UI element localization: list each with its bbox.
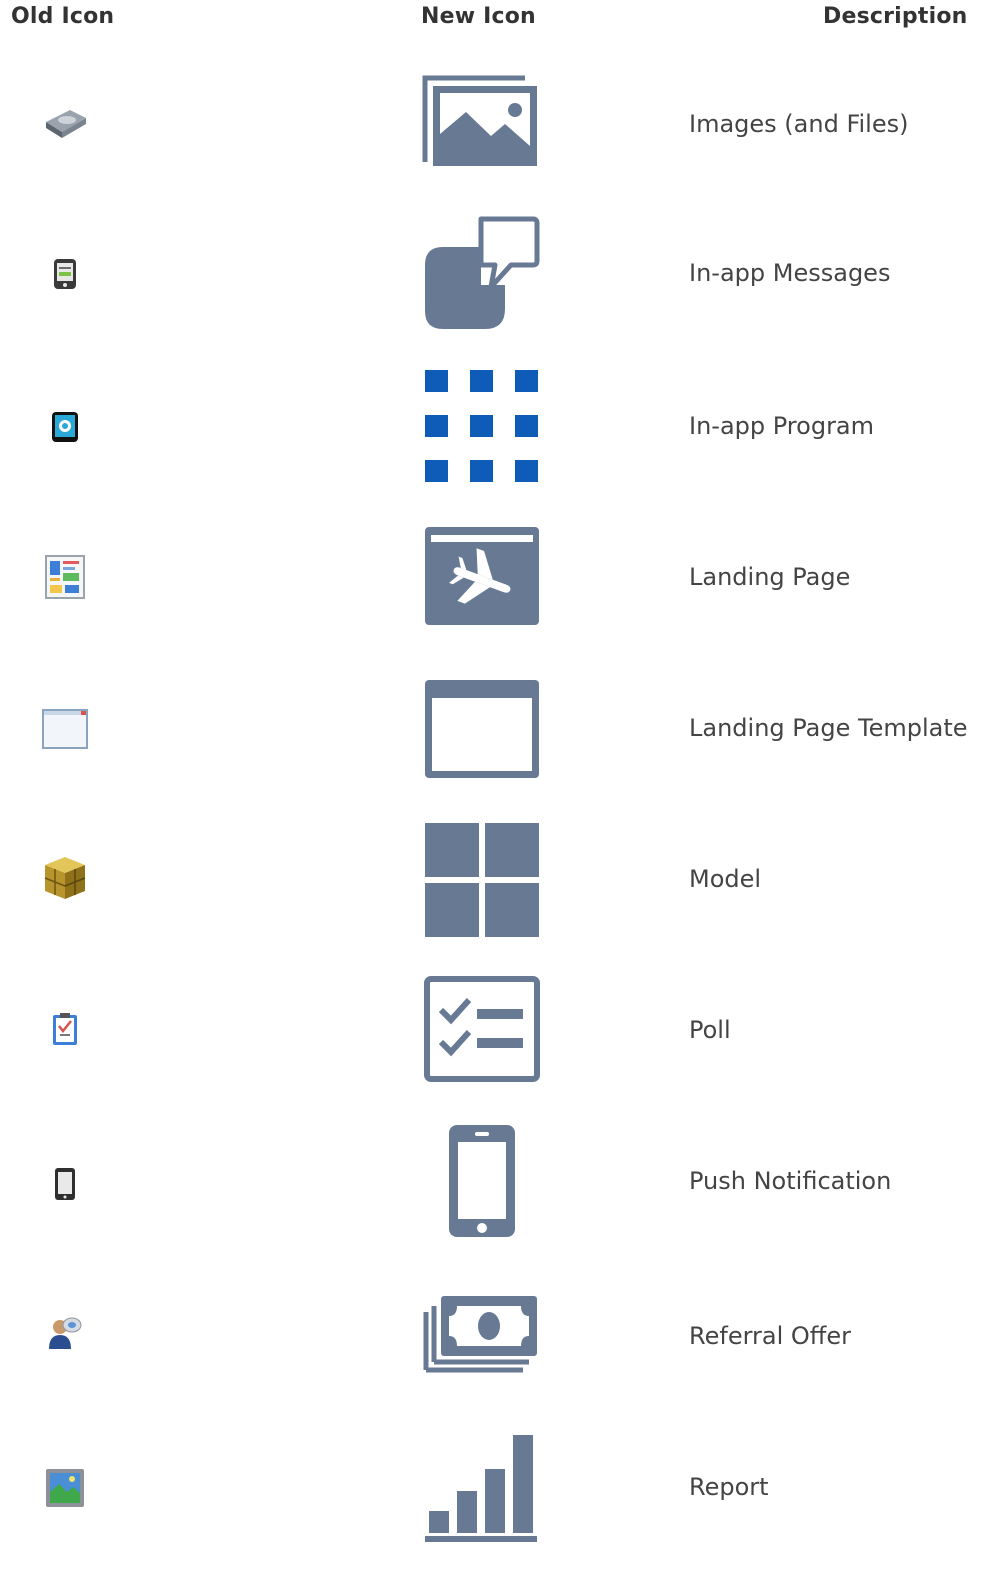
four-squares-icon <box>421 823 541 943</box>
table-row: Report <box>0 1419 985 1569</box>
smartphone-icon <box>421 1123 541 1243</box>
phone-message-icon <box>40 249 90 299</box>
row-description: Model <box>689 865 762 893</box>
table-row: In-app Messages <box>0 211 985 361</box>
hard-drive-icon <box>40 97 90 147</box>
row-description: Push Notification <box>689 1167 892 1195</box>
user-bubble-icon <box>40 1308 90 1358</box>
row-description: Landing Page Template <box>689 714 968 742</box>
app-grid-icon <box>421 368 541 488</box>
blank-window-icon <box>40 704 90 754</box>
table-row: Poll <box>0 966 985 1116</box>
row-description: Report <box>689 1473 769 1501</box>
row-description: Poll <box>689 1016 731 1044</box>
browser-window-icon <box>421 678 541 798</box>
table-row: Images (and Files) <box>0 60 985 210</box>
row-description: Images (and Files) <box>689 110 909 138</box>
checklist-icon <box>421 976 541 1096</box>
gold-cube-icon <box>40 853 90 903</box>
clipboard-icon <box>40 1004 90 1054</box>
phone-icon <box>40 1159 90 1209</box>
table-row: Push Notification <box>0 1117 985 1267</box>
bar-chart-icon <box>421 1433 541 1553</box>
new-icon-header: New Icon <box>421 4 536 29</box>
table-row: Model <box>0 815 985 965</box>
picture-frame-icon <box>40 1463 90 1513</box>
image-stack-icon <box>421 74 541 194</box>
row-description: Landing Page <box>689 563 851 591</box>
description-header: Description <box>823 4 968 29</box>
row-description: In-app Program <box>689 412 875 440</box>
row-description: Referral Offer <box>689 1322 851 1350</box>
row-description: In-app Messages <box>689 259 891 287</box>
page-layout-icon <box>40 552 90 602</box>
chat-bubble-icon <box>421 213 541 333</box>
table-row: In-app Program <box>0 362 985 512</box>
tablet-target-icon <box>40 402 90 452</box>
table-row: Landing Page Template <box>0 664 985 814</box>
table-row: Referral Offer <box>0 1268 985 1418</box>
old-icon-header: Old Icon <box>11 4 115 29</box>
browser-airplane-icon <box>421 525 541 645</box>
money-stack-icon <box>421 1292 541 1412</box>
table-row: Landing Page <box>0 513 985 663</box>
